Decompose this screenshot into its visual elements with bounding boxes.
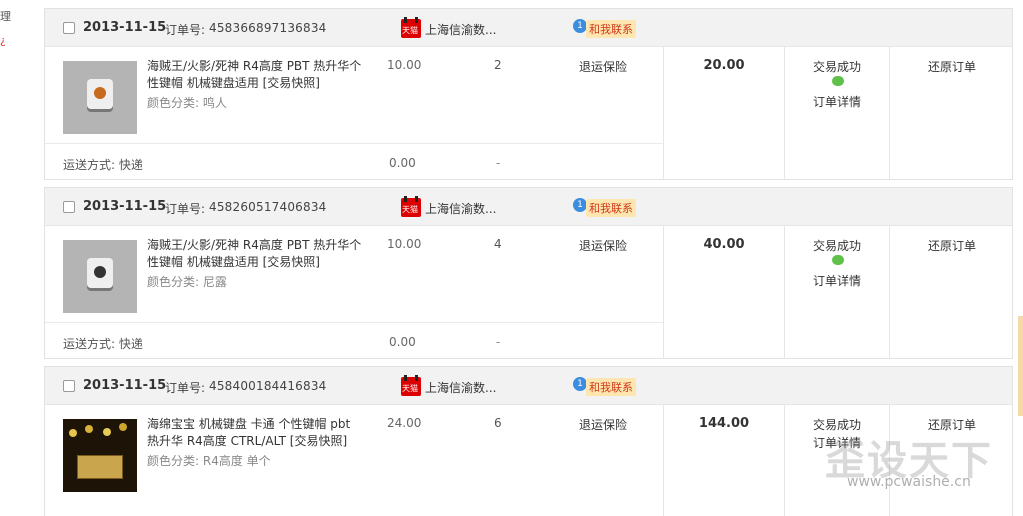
trade-status: 交易成功 xyxy=(812,418,861,432)
return-insurance-link[interactable]: 退运保险 xyxy=(579,58,627,75)
unit-price: 10.00 xyxy=(387,237,422,251)
tmall-icon: 天猫 xyxy=(401,17,421,38)
shop-name-link[interactable]: 上海信渝数... xyxy=(425,200,496,217)
checkbox-icon[interactable] xyxy=(63,380,75,392)
chat-bubble-icon: 1 xyxy=(573,19,587,33)
restore-order-link[interactable]: 还原订单 xyxy=(890,58,1014,75)
contact-label: 和我联系 xyxy=(586,378,636,396)
product-color-option: 颜色分类: 尼露 xyxy=(147,275,227,289)
left-edge-glyph-orange: ¿ xyxy=(0,34,6,47)
product-color-option: 颜色分类: 鸣人 xyxy=(147,96,227,110)
left-edge-fragment: 理 ¿ xyxy=(0,0,11,60)
restore-order-link[interactable]: 还原订单 xyxy=(890,237,1014,254)
order-number: 458366897136834 xyxy=(209,21,327,35)
product-color-option: 颜色分类: R4高度 单个 xyxy=(147,454,271,468)
tmall-icon: 天猫 xyxy=(401,196,421,217)
left-edge-glyph: 理 xyxy=(0,10,11,23)
order-body: 海贼王/火影/死神 R4高度 PBT 热升华个性键帽 机械键盘适用 [交易快照]… xyxy=(45,226,1012,358)
shipping-fee: 0.00 xyxy=(389,156,416,170)
product-title-link[interactable]: 海绵宝宝 机械键盘 卡通 个性键帽 pbt热升华 R4高度 CTRL/ALT [… xyxy=(147,416,362,450)
order-header: 2013-11-15 订单号: 458260517406834 天猫 上海信渝数… xyxy=(45,188,1012,226)
shipping-method: 运送方式: 快递 xyxy=(63,337,143,351)
order-action-cell: 还原订单 xyxy=(890,405,1014,516)
order-body: 海绵宝宝 机械键盘 卡通 个性键帽 pbt热升华 R4高度 CTRL/ALT [… xyxy=(45,405,1012,516)
order-list-page: 理 ¿ 2013-11-15 订单号: 458366897136834 天猫 上… xyxy=(0,0,1023,516)
shipping-row: 运送方式: 快递 0.00 - xyxy=(45,322,663,358)
product-title-link[interactable]: 海贼王/火影/死神 R4高度 PBT 热升华个性键帽 机械键盘适用 [交易快照] xyxy=(147,58,362,92)
shop-name-link[interactable]: 上海信渝数... xyxy=(425,379,496,396)
scrollbar-thumb[interactable] xyxy=(1018,316,1023,416)
order-detail-link[interactable]: 订单详情 xyxy=(785,93,889,110)
order-number-label: 订单号: xyxy=(165,381,206,395)
quantity: 6 xyxy=(494,416,502,430)
unit-price: 10.00 xyxy=(387,58,422,72)
order-action-cell: 还原订单 xyxy=(890,47,1014,179)
order-action-cell: 还原订单 xyxy=(890,226,1014,358)
unit-price: 24.00 xyxy=(387,416,422,430)
order-status-cell: 交易成功 订单详情 xyxy=(785,226,890,358)
trade-status: 交易成功 xyxy=(812,60,861,74)
product-title-link[interactable]: 海贼王/火影/死神 R4高度 PBT 热升华个性键帽 机械键盘适用 [交易快照] xyxy=(147,237,362,271)
shipping-method: 运送方式: 快递 xyxy=(63,158,143,172)
order-total-cell: 40.00 xyxy=(663,226,785,358)
restore-order-link[interactable]: 还原订单 xyxy=(890,416,1014,433)
return-insurance-link[interactable]: 退运保险 xyxy=(579,237,627,254)
shop-name-link[interactable]: 上海信渝数... xyxy=(425,21,496,38)
wangwang-icon[interactable] xyxy=(832,76,844,86)
order-detail-link[interactable]: 订单详情 xyxy=(785,434,889,451)
order-total-cell: 20.00 xyxy=(663,47,785,179)
order-header: 2013-11-15 订单号: 458400184416834 天猫 上海信渝数… xyxy=(45,367,1012,405)
contact-label: 和我联系 xyxy=(586,199,636,217)
order-total-cell: 144.00 xyxy=(663,405,785,516)
quantity: 2 xyxy=(494,58,502,72)
order-number-label: 订单号: xyxy=(165,202,206,216)
order-date: 2013-11-15 xyxy=(83,199,167,214)
order-total: 40.00 xyxy=(703,237,745,252)
return-insurance-link[interactable]: 退运保险 xyxy=(579,416,627,433)
product-thumbnail[interactable] xyxy=(63,61,137,134)
order-card: 2013-11-15 订单号: 458366897136834 天猫 上海信渝数… xyxy=(44,8,1013,180)
trade-status: 交易成功 xyxy=(812,239,861,253)
product-thumbnail[interactable] xyxy=(63,419,137,492)
order-card: 2013-11-15 订单号: 458260517406834 天猫 上海信渝数… xyxy=(44,187,1013,359)
order-date: 2013-11-15 xyxy=(83,378,167,393)
checkbox-icon[interactable] xyxy=(63,201,75,213)
quantity: 4 xyxy=(494,237,502,251)
order-date: 2013-11-15 xyxy=(83,20,167,35)
order-status-cell: 交易成功 订单详情 xyxy=(785,47,890,179)
checkbox-icon[interactable] xyxy=(63,22,75,34)
order-card: 2013-11-15 订单号: 458400184416834 天猫 上海信渝数… xyxy=(44,366,1013,516)
order-status-cell: 交易成功 订单详情 xyxy=(785,405,890,516)
order-detail-link[interactable]: 订单详情 xyxy=(785,272,889,289)
tmall-icon: 天猫 xyxy=(401,375,421,396)
order-body: 海贼王/火影/死神 R4高度 PBT 热升华个性键帽 机械键盘适用 [交易快照]… xyxy=(45,47,1012,179)
chat-bubble-icon: 1 xyxy=(573,198,587,212)
order-total: 144.00 xyxy=(698,416,750,431)
order-number: 458400184416834 xyxy=(209,379,327,393)
product-thumbnail[interactable] xyxy=(63,240,137,313)
contact-label: 和我联系 xyxy=(586,20,636,38)
shipping-row: 运送方式: 快递 0.00 - xyxy=(45,143,663,179)
wangwang-icon[interactable] xyxy=(832,255,844,265)
order-number-label: 订单号: xyxy=(165,23,206,37)
order-header: 2013-11-15 订单号: 458366897136834 天猫 上海信渝数… xyxy=(45,9,1012,47)
chat-bubble-icon: 1 xyxy=(573,377,587,391)
shipping-qty-placeholder: - xyxy=(496,335,501,349)
order-number: 458260517406834 xyxy=(209,200,327,214)
order-total: 20.00 xyxy=(703,58,745,73)
shipping-qty-placeholder: - xyxy=(496,156,501,170)
shipping-fee: 0.00 xyxy=(389,335,416,349)
